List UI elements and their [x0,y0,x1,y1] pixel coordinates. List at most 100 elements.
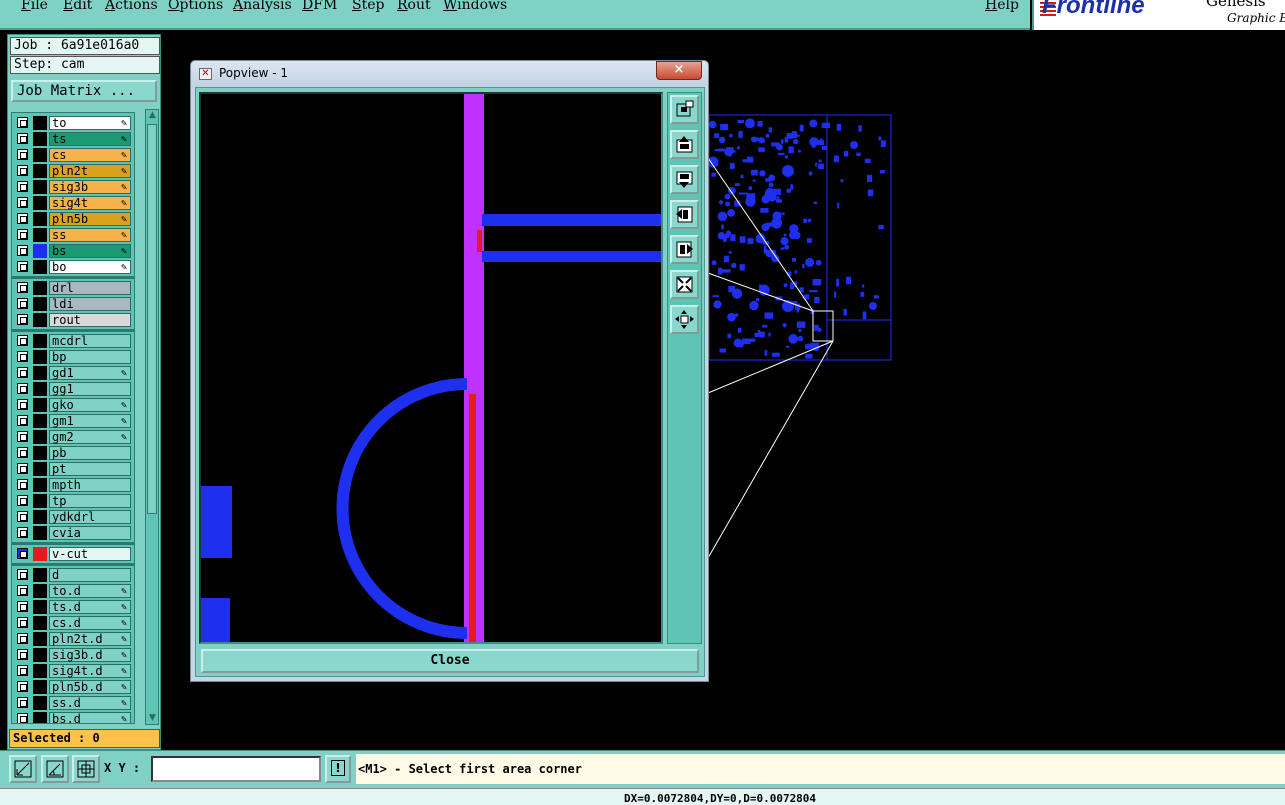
layer-name[interactable]: ss ✎ [49,228,131,242]
layer-color-swatch[interactable] [33,526,47,540]
layer-name[interactable]: gko ✎ [49,398,131,412]
layer-color-swatch[interactable] [33,313,47,327]
layer-row-pln2t[interactable]: pln2t ✎ [12,163,134,179]
layer-row-bp[interactable]: bp [12,349,134,365]
zoom-in-button[interactable] [670,130,699,159]
layer-color-swatch[interactable] [33,616,47,630]
layer-color-swatch[interactable] [33,632,47,646]
layer-checkbox[interactable] [17,229,28,240]
scroll-down-icon[interactable]: ▼ [147,713,158,724]
layer-name[interactable]: gm1 ✎ [49,414,131,428]
layer-checkbox[interactable] [17,383,28,394]
layer-checkbox[interactable] [17,367,28,378]
layer-color-swatch[interactable] [33,132,47,146]
layer-color-swatch[interactable] [33,212,47,226]
layer-name[interactable]: mcdrl [49,334,131,348]
layer-color-swatch[interactable] [33,547,47,561]
layer-row-drl[interactable]: drl [12,280,134,296]
layer-color-swatch[interactable] [33,664,47,678]
fit-all-button[interactable] [670,270,699,299]
layer-checkbox[interactable] [17,633,28,644]
layer-color-swatch[interactable] [33,584,47,598]
layer-color-swatch[interactable] [33,696,47,710]
pan-right-button[interactable] [670,235,699,264]
layer-name[interactable]: pln5b.d ✎ [49,680,131,694]
layer-checkbox[interactable] [17,681,28,692]
layer-color-swatch[interactable] [33,244,47,258]
layer-checkbox[interactable] [17,165,28,176]
layer-name[interactable]: ydkdrl [49,510,131,524]
job-matrix-button[interactable]: Job Matrix ... [11,80,157,102]
layer-name[interactable]: sig3b.d ✎ [49,648,131,662]
layer-color-swatch[interactable] [33,600,47,614]
layer-color-swatch[interactable] [33,260,47,274]
layer-row-gm2[interactable]: gm2 ✎ [12,429,134,445]
layer-row-rout[interactable]: rout [12,312,134,328]
layer-row-cvia[interactable]: cvia [12,525,134,541]
layer-name[interactable]: ts ✎ [49,132,131,146]
layer-color-swatch[interactable] [33,446,47,460]
layer-color-swatch[interactable] [33,648,47,662]
layer-row-mpth[interactable]: mpth [12,477,134,493]
menu-rout[interactable]: Rout [397,0,431,13]
layer-row-ss.d[interactable]: ss.d ✎ [12,695,134,711]
layer-scrollbar[interactable]: ▲ ▼ [145,109,159,725]
layer-name[interactable]: gd1 ✎ [49,366,131,380]
layer-color-swatch[interactable] [33,712,47,723]
layer-row-gko[interactable]: gko ✎ [12,397,134,413]
menu-step[interactable]: Step [352,0,384,13]
layer-color-swatch[interactable] [33,382,47,396]
layer-name[interactable]: bs.d ✎ [49,712,131,723]
layer-color-swatch[interactable] [33,494,47,508]
layer-name[interactable]: sig3b ✎ [49,180,131,194]
menu-dfm[interactable]: DFM [302,0,337,13]
layer-name[interactable]: pt [49,462,131,476]
menu-windows[interactable]: Windows [443,0,507,13]
layer-checkbox[interactable] [17,261,28,272]
layer-checkbox[interactable] [17,601,28,612]
layer-row-ydkdrl[interactable]: ydkdrl [12,509,134,525]
popview-close-button[interactable]: Close [201,649,699,673]
layer-name[interactable]: tp [49,494,131,508]
layer-row-ts[interactable]: ts ✎ [12,131,134,147]
layer-checkbox[interactable] [17,245,28,256]
layer-checkbox[interactable] [17,213,28,224]
layer-checkbox[interactable] [17,117,28,128]
layer-row-sig4t[interactable]: sig4t ✎ [12,195,134,211]
layer-row-to.d[interactable]: to.d ✎ [12,583,134,599]
layer-row-sig3b.d[interactable]: sig3b.d ✎ [12,647,134,663]
xy-input[interactable] [151,756,321,782]
layer-color-swatch[interactable] [33,398,47,412]
layer-checkbox[interactable] [17,431,28,442]
layer-color-swatch[interactable] [33,568,47,582]
layer-row-tp[interactable]: tp [12,493,134,509]
layer-checkbox[interactable] [17,548,28,559]
layer-color-swatch[interactable] [33,334,47,348]
layer-color-swatch[interactable] [33,297,47,311]
snap-button[interactable] [9,755,37,783]
layer-color-swatch[interactable] [33,680,47,694]
layer-name[interactable]: gm2 ✎ [49,430,131,444]
layer-row-to[interactable]: to ✎ [12,115,134,131]
layer-checkbox[interactable] [17,447,28,458]
layer-row-ss[interactable]: ss ✎ [12,227,134,243]
layer-name[interactable]: bp [49,350,131,364]
layer-color-swatch[interactable] [33,478,47,492]
layer-row-ts.d[interactable]: ts.d ✎ [12,599,134,615]
layer-row-sig4t.d[interactable]: sig4t.d ✎ [12,663,134,679]
layer-color-swatch[interactable] [33,366,47,380]
layer-name[interactable]: ss.d ✎ [49,696,131,710]
zoom-out-button[interactable] [670,165,699,194]
layer-checkbox[interactable] [17,415,28,426]
layer-checkbox[interactable] [17,527,28,538]
layer-checkbox[interactable] [17,197,28,208]
layer-color-swatch[interactable] [33,414,47,428]
menu-analysis[interactable]: Analysis [233,0,292,13]
menu-options[interactable]: Options [168,0,223,13]
layer-color-swatch[interactable] [33,180,47,194]
zoom-home-button[interactable] [670,95,699,124]
layer-checkbox[interactable] [17,133,28,144]
layer-row-pln2t.d[interactable]: pln2t.d ✎ [12,631,134,647]
menu-edit[interactable]: Edit [63,0,92,13]
layer-checkbox[interactable] [17,335,28,346]
